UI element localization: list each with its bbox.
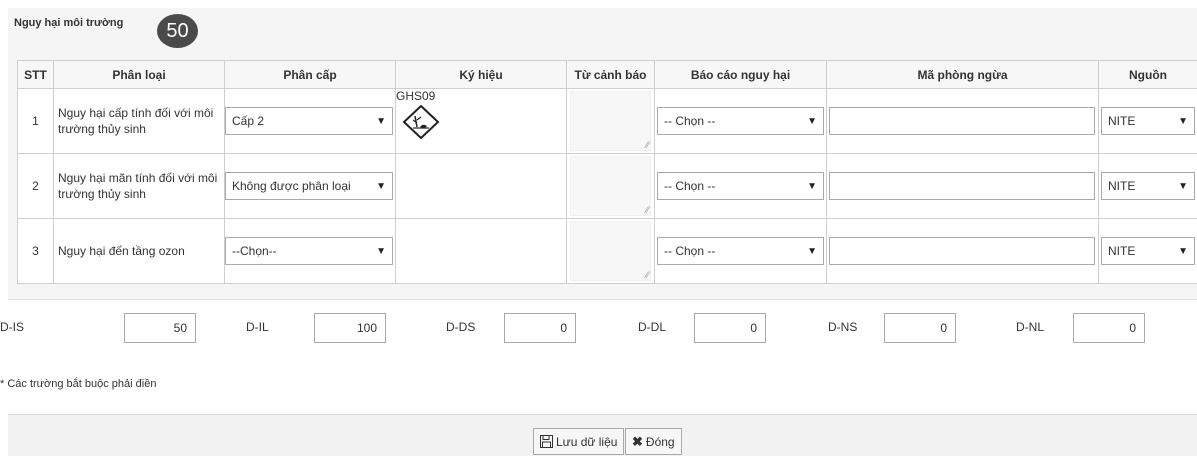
metric-label-d-ns: D-NS <box>828 320 858 334</box>
category-select-value: --Chọn-- <box>232 244 277 258</box>
table-header-row: STT Phân loại Phân cấp Ký hiệu Từ cảnh b… <box>17 60 1197 89</box>
chevron-down-icon: ▼ <box>1178 245 1188 257</box>
source-cell: NITE ▼ <box>1098 88 1197 154</box>
hazard-report-cell: -- Chọn -- ▼ <box>654 218 827 284</box>
symbol-cell: GHS09 <box>395 88 567 154</box>
hazard-report-select-value: -- Chọn -- <box>664 244 716 258</box>
required-fields-note: * Các trường bắt buộc phải điền <box>0 378 157 390</box>
category-cell: Không được phân loại ▼ <box>224 153 396 219</box>
signal-word-cell: ⁄⁄ <box>566 88 655 154</box>
hazard-report-select[interactable]: -- Chọn -- ▼ <box>657 237 824 265</box>
hazard-report-select[interactable]: -- Chọn -- ▼ <box>657 172 824 200</box>
row-stt: 2 <box>17 153 54 219</box>
chevron-down-icon: ▼ <box>807 180 817 192</box>
prevention-code-cell <box>826 88 1099 154</box>
source-select-value: NITE <box>1108 244 1136 258</box>
table-row: 1 Nguy hại cấp tính đối với môi trường t… <box>17 88 1197 154</box>
resize-grip-icon: ⁄⁄ <box>645 140 649 150</box>
count-badge: 50 <box>157 14 198 48</box>
header-symbol: Ký hiệu <box>395 60 567 89</box>
chevron-down-icon: ▼ <box>376 180 386 192</box>
metric-input-d-il[interactable]: 100 <box>314 313 386 343</box>
metric-input-d-ds[interactable]: 0 <box>504 313 576 343</box>
ghs-code: GHS09 <box>396 89 436 103</box>
save-button[interactable]: Lưu dữ liệu <box>533 428 625 455</box>
category-select[interactable]: --Chọn-- ▼ <box>225 237 393 265</box>
prevention-code-cell <box>826 218 1099 284</box>
header-classification: Phân loại <box>53 60 225 89</box>
source-select-value: NITE <box>1108 179 1136 193</box>
signal-word-textarea[interactable]: ⁄⁄ <box>570 156 651 216</box>
hazard-report-select[interactable]: -- Chọn -- ▼ <box>657 107 824 135</box>
symbol-cell <box>395 153 567 219</box>
source-cell: NITE ▼ <box>1098 153 1197 219</box>
resize-grip-icon: ⁄⁄ <box>645 270 649 280</box>
close-button[interactable]: ✖ Đóng <box>625 428 682 455</box>
row-classification: Nguy hại cấp tính đối với môi trường thủ… <box>53 88 225 154</box>
metric-input-d-nl[interactable]: 0 <box>1073 313 1145 343</box>
chevron-down-icon: ▼ <box>1178 115 1188 127</box>
hazard-report-cell: -- Chọn -- ▼ <box>654 153 827 219</box>
close-icon: ✖ <box>632 433 643 449</box>
metric-label-d-nl: D-NL <box>1016 320 1045 334</box>
header-signal-word: Từ cảnh báo <box>566 60 655 89</box>
header-source: Nguồn <box>1098 60 1197 89</box>
save-icon <box>540 435 553 448</box>
save-button-label: Lưu dữ liệu <box>556 434 618 449</box>
resize-grip-icon: ⁄⁄ <box>645 205 649 215</box>
chevron-down-icon: ▼ <box>376 115 386 127</box>
footer-bar: Lưu dữ liệu ✖ Đóng <box>8 414 1197 456</box>
metrics-row: D-IS 50 D-IL 100 D-DS 0 D-DL 0 D-NS 0 D-… <box>0 313 1197 343</box>
source-select[interactable]: NITE ▼ <box>1101 172 1195 200</box>
source-select-value: NITE <box>1108 114 1136 128</box>
source-select[interactable]: NITE ▼ <box>1101 107 1195 135</box>
hazard-report-select-value: -- Chọn -- <box>664 114 716 128</box>
row-classification: Nguy hại đến tầng ozon <box>53 218 225 284</box>
header-hazard-report: Báo cáo nguy hại <box>654 60 827 89</box>
chevron-down-icon: ▼ <box>1178 180 1188 192</box>
signal-word-textarea[interactable]: ⁄⁄ <box>570 91 651 151</box>
row-classification: Nguy hại mãn tính đối với môi trường thủ… <box>53 153 225 219</box>
signal-word-textarea[interactable]: ⁄⁄ <box>570 221 651 281</box>
row-stt: 1 <box>17 88 54 154</box>
prevention-code-cell <box>826 153 1099 219</box>
source-select[interactable]: NITE ▼ <box>1101 237 1195 265</box>
metric-input-d-dl[interactable]: 0 <box>694 313 766 343</box>
row-stt: 3 <box>17 218 54 284</box>
category-select[interactable]: Không được phân loại ▼ <box>225 172 393 200</box>
category-select-value: Cấp 2 <box>232 114 265 128</box>
prevention-code-input[interactable] <box>829 172 1095 200</box>
header-prevention-code: Mã phòng ngừa <box>826 60 1099 89</box>
category-cell: --Chọn-- ▼ <box>224 218 396 284</box>
section-title: Nguy hại môi trường <box>14 17 124 29</box>
category-select-value: Không được phân loại <box>232 179 351 193</box>
close-button-label: Đóng <box>645 434 675 449</box>
metric-label-d-il: D-IL <box>246 320 269 334</box>
signal-word-cell: ⁄⁄ <box>566 153 655 219</box>
chevron-down-icon: ▼ <box>376 245 386 257</box>
prevention-code-input[interactable] <box>829 237 1095 265</box>
hazard-table: STT Phân loại Phân cấp Ký hiệu Từ cảnh b… <box>17 60 1197 284</box>
header-stt: STT <box>17 60 54 89</box>
metric-label-d-ds: D-DS <box>446 320 476 334</box>
table-row: 2 Nguy hại mãn tính đối với môi trường t… <box>17 153 1197 219</box>
symbol-cell <box>395 218 567 284</box>
category-cell: Cấp 2 ▼ <box>224 88 396 154</box>
category-select[interactable]: Cấp 2 ▼ <box>225 107 393 135</box>
hazard-report-cell: -- Chọn -- ▼ <box>654 88 827 154</box>
source-cell: NITE ▼ <box>1098 218 1197 284</box>
hazard-report-select-value: -- Chọn -- <box>664 179 716 193</box>
table-row: 3 Nguy hại đến tầng ozon --Chọn-- ▼ ⁄⁄ -… <box>17 218 1197 284</box>
signal-word-cell: ⁄⁄ <box>566 218 655 284</box>
chevron-down-icon: ▼ <box>807 245 817 257</box>
environment-hazard-pictogram-icon <box>402 104 440 140</box>
metric-input-d-ns[interactable]: 0 <box>884 313 956 343</box>
chevron-down-icon: ▼ <box>807 115 817 127</box>
metric-label-d-is: D-IS <box>0 320 24 334</box>
header-category: Phân cấp <box>224 60 396 89</box>
prevention-code-input[interactable] <box>829 107 1095 135</box>
metric-input-d-is[interactable]: 50 <box>124 313 196 343</box>
metric-label-d-dl: D-DL <box>638 320 667 334</box>
